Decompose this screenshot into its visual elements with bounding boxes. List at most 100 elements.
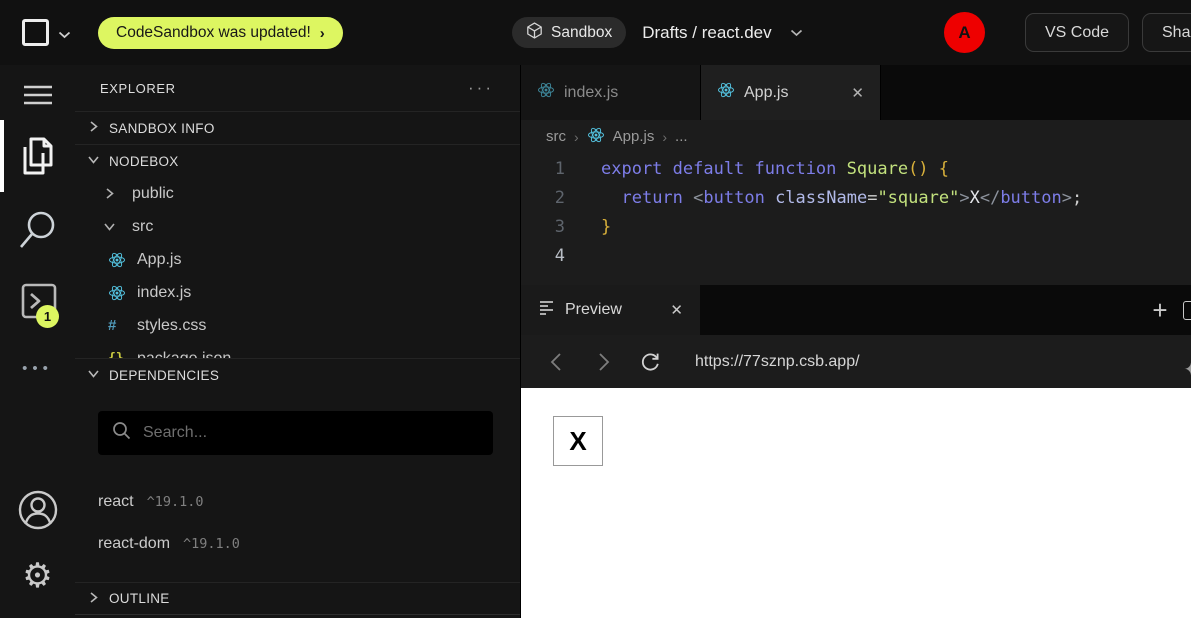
sparkle-icon[interactable]: ✦: [1184, 360, 1191, 380]
section-outline[interactable]: OUTLINE: [75, 582, 520, 615]
preview-tab[interactable]: Preview ✕: [521, 285, 700, 335]
cube-icon: [526, 22, 543, 44]
codesandbox-logo-icon[interactable]: [22, 19, 49, 46]
breadcrumb-folder[interactable]: src: [546, 128, 566, 145]
close-icon[interactable]: ✕: [670, 301, 683, 319]
sandbox-badge[interactable]: Sandbox: [512, 17, 626, 48]
code-line-2[interactable]: 2 return <button className="square">X</b…: [521, 184, 1191, 213]
sandbox-badge-label: Sandbox: [551, 24, 612, 42]
chevron-right-icon: [103, 187, 125, 200]
tree-item-app-js[interactable]: App.js: [75, 243, 520, 276]
file-name: public: [132, 185, 174, 203]
back-button[interactable]: [541, 347, 571, 377]
chevron-right-icon: ›: [320, 25, 325, 42]
gear-icon: ⚙: [22, 559, 52, 593]
explorer-more-button[interactable]: ···: [468, 78, 494, 98]
file-name: App.js: [137, 251, 181, 269]
square-app-button[interactable]: X: [553, 416, 603, 466]
react-file-icon: [108, 251, 130, 269]
dependency-react-dom[interactable]: react-dom ^19.1.0: [98, 523, 493, 565]
react-file-icon: [587, 126, 605, 148]
line-content: return <button className="square">X</but…: [601, 184, 1082, 213]
tree-item-public[interactable]: public: [75, 177, 520, 210]
settings-button[interactable]: ⚙: [0, 559, 75, 593]
tree-item-index-js[interactable]: index.js: [75, 276, 520, 309]
section-nodebox[interactable]: NODEBOX: [75, 144, 520, 177]
forward-button[interactable]: [588, 347, 618, 377]
breadcrumb: src › App.js › ...: [521, 120, 1191, 153]
preview-tab-strip: Preview ✕ +: [521, 285, 1191, 335]
dependency-version: ^19.1.0: [183, 536, 240, 552]
add-preview-button[interactable]: +: [1137, 295, 1183, 326]
chevron-right-icon: ›: [662, 129, 667, 145]
preview-url[interactable]: https://77sznp.csb.app/: [695, 353, 860, 371]
update-banner-label: CodeSandbox was updated!: [116, 24, 311, 42]
share-button[interactable]: Share: [1142, 13, 1191, 52]
file-name: package.json: [137, 350, 231, 359]
more-views-button[interactable]: •••: [0, 360, 75, 377]
hamburger-icon: [23, 84, 53, 111]
file-name: styles.css: [137, 317, 206, 335]
terminal-badge: 1: [36, 305, 59, 328]
account-icon: [16, 488, 60, 537]
code-line-3[interactable]: 3}: [521, 213, 1191, 242]
ellipsis-icon: •••: [22, 360, 53, 377]
dependency-react[interactable]: react ^19.1.0: [98, 481, 493, 523]
line-number: 3: [521, 213, 565, 242]
json-braces-icon: {}: [108, 351, 130, 358]
preview-url-bar: https://77sznp.csb.app/ ✦: [521, 335, 1191, 388]
avatar-initial: A: [958, 23, 970, 43]
top-bar: CodeSandbox was updated! › Sandbox Draft…: [0, 0, 1191, 65]
dependency-name: react-dom: [98, 535, 170, 553]
file-tree: public src App.js index.js # styles.css {} pack…: [75, 177, 520, 358]
avatar[interactable]: A: [944, 12, 985, 53]
preview-pane: Preview ✕ + https://77sznp.csb.app/ ✦ X: [521, 285, 1191, 618]
refresh-button[interactable]: [635, 347, 665, 377]
code-line-1[interactable]: 1export default function Square() {: [521, 155, 1191, 184]
update-banner-button[interactable]: CodeSandbox was updated! ›: [98, 17, 343, 49]
react-file-icon: [108, 284, 130, 302]
account-button[interactable]: [0, 488, 75, 537]
tab-app-js[interactable]: App.js ✕: [701, 65, 881, 120]
chevron-down-icon[interactable]: [790, 29, 803, 37]
close-icon[interactable]: ✕: [851, 84, 864, 102]
editor-pane: index.js App.js ✕ src › App.js › ... 1expo…: [521, 65, 1191, 285]
tree-item-package-json[interactable]: {} package.json: [75, 342, 520, 358]
section-dependencies[interactable]: DEPENDENCIES: [75, 358, 520, 391]
tree-item-src[interactable]: src: [75, 210, 520, 243]
file-name: index.js: [137, 284, 191, 302]
workspace-menu-chevron-icon[interactable]: [58, 26, 71, 44]
tab-label: App.js: [744, 84, 788, 102]
search-icon: [112, 421, 131, 445]
menu-button[interactable]: [0, 84, 75, 111]
line-content: }: [601, 213, 611, 242]
tree-item-styles-css[interactable]: # styles.css: [75, 309, 520, 342]
code-line-4[interactable]: 4: [521, 242, 1191, 271]
preview-viewport: X: [521, 388, 1191, 618]
dependency-version: ^19.1.0: [147, 494, 204, 510]
file-name: src: [132, 218, 153, 236]
css-hash-icon: #: [108, 317, 130, 334]
vs-code-button[interactable]: VS Code: [1025, 13, 1129, 52]
react-file-icon: [537, 81, 555, 104]
layout-icon[interactable]: [1183, 301, 1191, 320]
code-editor[interactable]: 1export default function Square() {2 ret…: [521, 153, 1191, 271]
dependency-search-input[interactable]: [141, 423, 479, 443]
explorer-view-button[interactable]: [0, 133, 75, 184]
workspace-breadcrumb[interactable]: Drafts / react.dev: [642, 23, 771, 43]
breadcrumb-symbol[interactable]: ...: [675, 128, 688, 145]
breadcrumb-file[interactable]: App.js: [613, 128, 655, 145]
editor-tab-strip: index.js App.js ✕: [521, 65, 1191, 120]
tab-label: index.js: [564, 84, 618, 102]
chevron-right-icon: [87, 120, 100, 136]
activity-bar: 1 ••• ⚙: [0, 65, 75, 618]
search-view-button[interactable]: [0, 208, 75, 257]
dependency-list: react ^19.1.0 react-dom ^19.1.0: [98, 455, 493, 565]
tab-index-js[interactable]: index.js: [521, 65, 701, 120]
line-number: 1: [521, 155, 565, 184]
explorer-sidebar: EXPLORER ··· SANDBOX INFO NODEBOX public…: [75, 65, 521, 618]
section-sandbox-info[interactable]: SANDBOX INFO: [75, 111, 520, 144]
chevron-right-icon: [87, 591, 100, 607]
dependency-name: react: [98, 493, 134, 511]
react-file-icon: [717, 81, 735, 104]
